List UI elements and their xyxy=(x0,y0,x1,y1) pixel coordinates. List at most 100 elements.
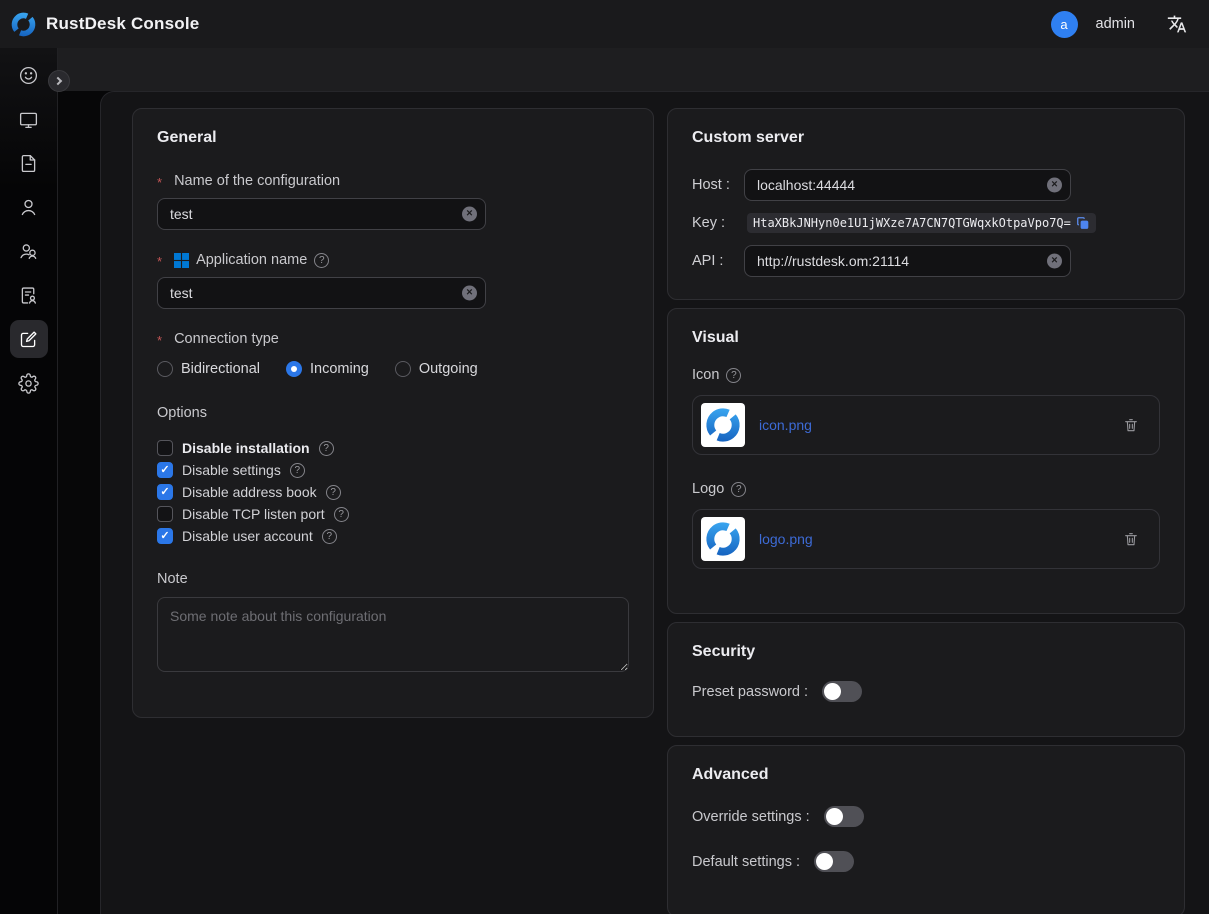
icon-file-link[interactable]: icon.png xyxy=(759,417,812,433)
visual-card: Visual Icon ? icon.png xyxy=(667,308,1185,614)
security-title: Security xyxy=(692,643,1160,661)
help-icon[interactable]: ? xyxy=(319,441,334,456)
help-icon[interactable]: ? xyxy=(731,482,746,497)
sidebar-item-audit[interactable] xyxy=(7,273,51,317)
checkbox-icon[interactable]: ✓ xyxy=(157,462,173,478)
key-value-box: HtaXBkJNHyn0e1U1jWXze7A7CN7QTGWqxkOtpaVp… xyxy=(747,213,1096,233)
checkbox-icon[interactable]: ✓ xyxy=(157,440,173,456)
clear-icon[interactable]: × xyxy=(462,286,477,301)
clear-icon[interactable]: × xyxy=(1047,254,1062,269)
default-settings-label: Default settings : xyxy=(692,854,800,870)
app-header: RustDesk Console a admin xyxy=(0,0,1209,48)
rustdesk-logo-icon xyxy=(10,11,37,38)
logo-file-link[interactable]: logo.png xyxy=(759,531,813,547)
preset-password-toggle[interactable] xyxy=(822,681,862,702)
sidebar-item-settings[interactable] xyxy=(7,361,51,405)
copy-icon[interactable] xyxy=(1076,216,1090,230)
help-icon[interactable]: ? xyxy=(322,529,337,544)
visual-title: Visual xyxy=(692,329,1160,347)
general-card: General Name of the configuration × xyxy=(132,108,654,718)
host-input[interactable] xyxy=(744,169,1071,201)
help-icon[interactable]: ? xyxy=(726,368,741,383)
note-label: Note xyxy=(157,571,629,587)
option-label: Disable settings xyxy=(182,462,281,478)
default-settings-row: Default settings : xyxy=(692,851,1160,872)
clear-icon[interactable]: × xyxy=(462,207,477,222)
radio-incoming[interactable]: Incoming xyxy=(286,361,369,377)
document-icon xyxy=(18,153,39,174)
api-input[interactable] xyxy=(744,245,1071,277)
config-name-input[interactable] xyxy=(157,198,486,230)
trash-icon[interactable] xyxy=(1123,531,1139,547)
sidebar-item-dashboard[interactable] xyxy=(7,53,51,97)
default-settings-toggle[interactable] xyxy=(814,851,854,872)
advanced-card: Advanced Override settings : Default set… xyxy=(667,745,1185,914)
host-row: Host : × xyxy=(692,169,1160,201)
edit-icon xyxy=(18,329,39,350)
username[interactable]: admin xyxy=(1096,16,1136,32)
override-settings-toggle[interactable] xyxy=(824,806,864,827)
users-icon xyxy=(18,241,39,262)
content-header-band xyxy=(58,48,1209,91)
icon-upload-label: Icon ? xyxy=(692,367,1160,383)
checkbox-icon[interactable]: ✓ xyxy=(157,484,173,500)
api-label: API : xyxy=(692,253,744,269)
app-name-label: Application name ? xyxy=(157,252,629,268)
trash-icon[interactable] xyxy=(1123,417,1139,433)
api-row: API : × xyxy=(692,245,1160,277)
help-icon[interactable]: ? xyxy=(326,485,341,500)
logo-thumbnail xyxy=(701,517,745,561)
avatar[interactable]: a xyxy=(1051,11,1078,38)
translate-icon[interactable] xyxy=(1167,14,1187,34)
content-area: General Name of the configuration × xyxy=(58,48,1209,914)
override-settings-row: Override settings : xyxy=(692,806,1160,827)
radio-icon[interactable] xyxy=(157,361,173,377)
option-disable-user-account[interactable]: ✓ Disable user account ? xyxy=(157,525,629,547)
options-label: Options xyxy=(157,405,629,421)
logo-file-row: logo.png xyxy=(692,509,1160,569)
option-label: Disable installation xyxy=(182,440,310,456)
icon-thumbnail xyxy=(701,403,745,447)
option-disable-address-book[interactable]: ✓ Disable address book ? xyxy=(157,481,629,503)
chevron-right-icon xyxy=(54,77,62,85)
option-label: Disable user account xyxy=(182,528,313,544)
gear-icon xyxy=(18,373,39,394)
option-disable-settings[interactable]: ✓ Disable settings ? xyxy=(157,459,629,481)
help-icon[interactable]: ? xyxy=(290,463,305,478)
option-disable-tcp-listen-port[interactable]: ✓ Disable TCP listen port ? xyxy=(157,503,629,525)
radio-label: Outgoing xyxy=(419,361,478,377)
sidebar-item-users[interactable] xyxy=(7,185,51,229)
preset-password-row: Preset password : xyxy=(692,681,1160,702)
sidebar-item-devices[interactable] xyxy=(7,97,51,141)
icon-file-row: icon.png xyxy=(692,395,1160,455)
note-textarea[interactable] xyxy=(157,597,629,672)
radio-icon[interactable] xyxy=(395,361,411,377)
help-icon[interactable]: ? xyxy=(314,253,329,268)
smiley-icon xyxy=(18,65,39,86)
windows-icon xyxy=(174,253,189,268)
app-name-input[interactable] xyxy=(157,277,486,309)
radio-outgoing[interactable]: Outgoing xyxy=(395,361,478,377)
sidebar-item-configurations[interactable] xyxy=(10,320,48,358)
checkbox-icon[interactable]: ✓ xyxy=(157,506,173,522)
key-label: Key : xyxy=(692,215,744,231)
radio-icon[interactable] xyxy=(286,361,302,377)
key-row: Key : HtaXBkJNHyn0e1U1jWXze7A7CN7QTGWqxk… xyxy=(692,213,1160,233)
radio-bidirectional[interactable]: Bidirectional xyxy=(157,361,260,377)
sidebar-item-documents[interactable] xyxy=(7,141,51,185)
checkbox-icon[interactable]: ✓ xyxy=(157,528,173,544)
sidebar-expand-button[interactable] xyxy=(48,70,70,92)
radio-label: Incoming xyxy=(310,361,369,377)
option-disable-installation[interactable]: ✓ Disable installation ? xyxy=(157,437,629,459)
brand[interactable]: RustDesk Console xyxy=(10,11,199,38)
option-label: Disable TCP listen port xyxy=(182,506,325,522)
help-icon[interactable]: ? xyxy=(334,507,349,522)
radio-label: Bidirectional xyxy=(181,361,260,377)
sidebar xyxy=(0,48,58,914)
sidebar-item-groups[interactable] xyxy=(7,229,51,273)
clear-icon[interactable]: × xyxy=(1047,178,1062,193)
connection-type-radios: Bidirectional Incoming Outgoing xyxy=(157,361,629,377)
key-value: HtaXBkJNHyn0e1U1jWXze7A7CN7QTGWqxkOtpaVp… xyxy=(753,216,1071,230)
custom-server-card: Custom server Host : × Key : HtaXBkJNHyn… xyxy=(667,108,1185,300)
user-icon xyxy=(18,197,39,218)
